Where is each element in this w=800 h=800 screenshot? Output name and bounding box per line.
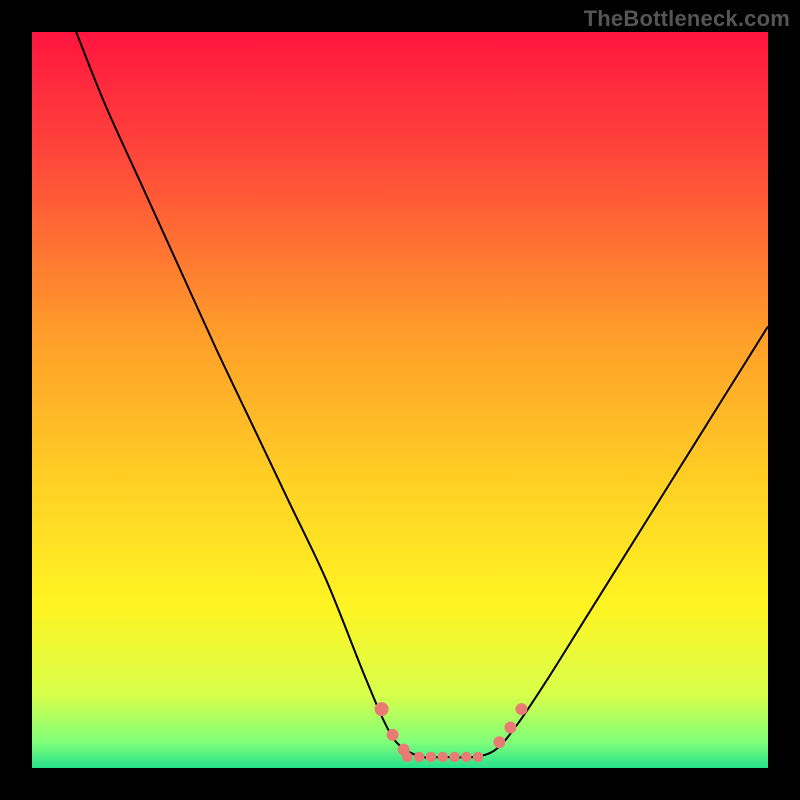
highlight-dot	[426, 752, 436, 762]
highlight-dot	[461, 752, 471, 762]
highlight-dot	[402, 752, 412, 762]
highlight-dot	[414, 752, 424, 762]
highlight-dot	[449, 752, 459, 762]
highlight-dot	[387, 729, 399, 741]
highlight-dot	[473, 752, 483, 762]
highlight-dot	[437, 752, 447, 762]
chart-frame: TheBottleneck.com	[0, 0, 800, 800]
curve-layer	[32, 32, 768, 768]
highlight-dot	[504, 722, 516, 734]
highlight-dot	[515, 703, 527, 715]
highlight-dots	[375, 702, 528, 762]
highlight-dot	[375, 702, 389, 716]
watermark-label: TheBottleneck.com	[584, 6, 790, 32]
highlight-dot	[493, 736, 505, 748]
plot-area	[32, 32, 768, 768]
bottleneck-curve	[76, 32, 768, 758]
